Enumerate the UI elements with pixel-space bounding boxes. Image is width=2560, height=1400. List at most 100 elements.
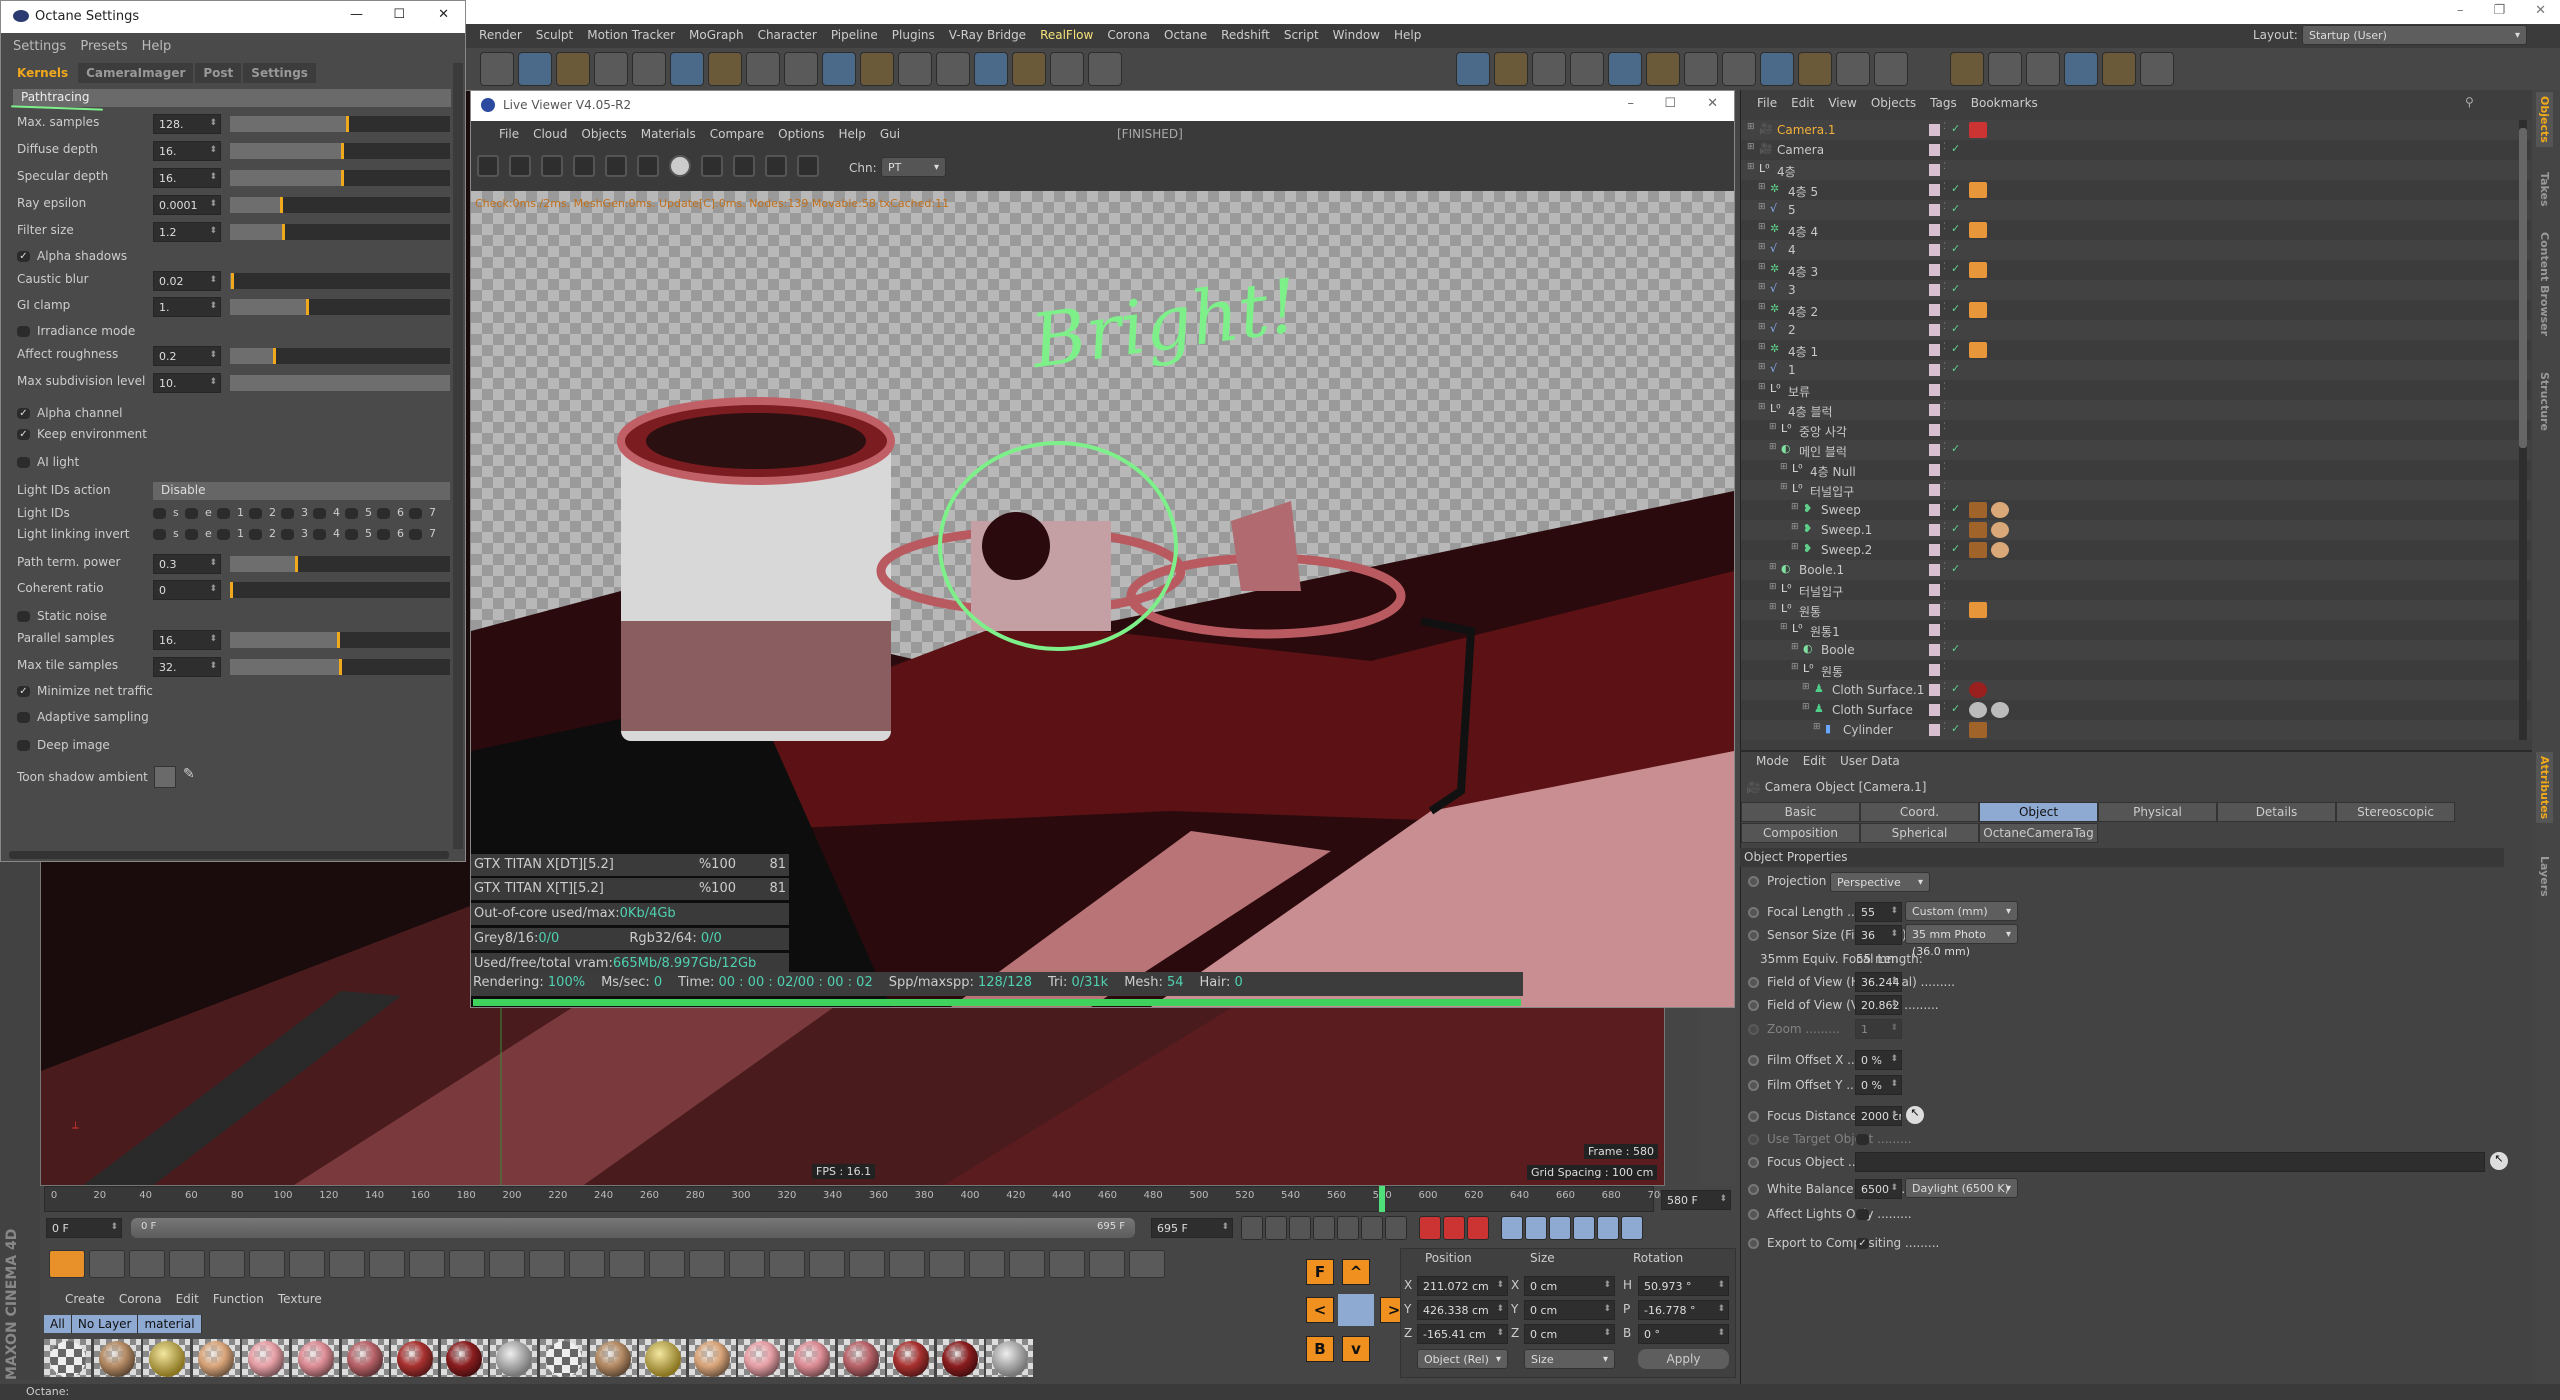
om-menu-bookmarks[interactable]: Bookmarks bbox=[1971, 96, 2038, 110]
light-linking-invert-6[interactable]: 6 bbox=[377, 527, 404, 540]
object-row[interactable]: ⊞ √ 3 ⁚ ✓ bbox=[1741, 280, 2531, 300]
max-subdivision-level-slider[interactable] bbox=[230, 375, 450, 391]
object-name[interactable]: 4층 3 bbox=[1788, 263, 1818, 280]
focal-length-animate-radio[interactable] bbox=[1748, 907, 1759, 918]
layer-swatch[interactable] bbox=[1929, 304, 1940, 316]
checker-material-tag-icon[interactable] bbox=[1969, 702, 1987, 718]
enabled-check[interactable]: ✓ bbox=[1951, 262, 1960, 275]
layer-swatch[interactable] bbox=[1929, 384, 1940, 396]
maximize-button[interactable]: ❐ bbox=[2493, 3, 2505, 18]
tool-icon-button[interactable] bbox=[89, 1250, 125, 1278]
light-ids-4[interactable]: 4 bbox=[313, 506, 340, 519]
light-linking-invert-7-checkbox[interactable] bbox=[409, 528, 422, 540]
toolbar-icon-button[interactable] bbox=[670, 52, 704, 86]
object-name[interactable]: 4층 2 bbox=[1788, 303, 1818, 320]
light-linking-invert-4[interactable]: 4 bbox=[313, 527, 340, 540]
visibility-dots[interactable]: ⁚ bbox=[1943, 282, 1946, 292]
enabled-check[interactable]: ✓ bbox=[1951, 442, 1960, 455]
tool-icon-button[interactable] bbox=[369, 1250, 405, 1278]
material-swatch[interactable] bbox=[589, 1339, 637, 1377]
visibility-dots[interactable]: ⁚ bbox=[1943, 162, 1946, 172]
toolbar-icon-button[interactable] bbox=[746, 52, 780, 86]
expand-toggle[interactable]: ⊞ bbox=[1769, 442, 1777, 452]
object-row[interactable]: ⊞ ♟ Cloth Surface.1 ⁚ ✓ bbox=[1741, 680, 2531, 700]
menu-render[interactable]: Render bbox=[479, 28, 522, 42]
lv-minimize-button[interactable]: – bbox=[1628, 96, 1635, 111]
material-menu-corona[interactable]: Corona bbox=[119, 1292, 162, 1306]
affect-lights-only-animate-radio[interactable] bbox=[1748, 1209, 1759, 1220]
object-row[interactable]: ⊞ √ 1 ⁚ ✓ bbox=[1741, 360, 2531, 380]
object-name[interactable]: Camera bbox=[1777, 143, 1824, 157]
caustic-blur-field[interactable]: 0.02 bbox=[153, 271, 221, 291]
affect-lights-only-checkbox[interactable] bbox=[1856, 1209, 1869, 1220]
menu-pipeline[interactable]: Pipeline bbox=[831, 28, 878, 42]
octane-object-tag-icon[interactable] bbox=[1969, 262, 1987, 278]
attr-menu-edit[interactable]: Edit bbox=[1803, 754, 1826, 768]
visibility-dots[interactable]: ⁚ bbox=[1943, 562, 1946, 572]
material-pick-icon[interactable] bbox=[797, 155, 819, 177]
object-name[interactable]: Boole.1 bbox=[1799, 563, 1844, 577]
visibility-dots[interactable]: ⁚ bbox=[1943, 502, 1946, 512]
attr-tab-details[interactable]: Details bbox=[2217, 802, 2336, 822]
material-tag-icon[interactable] bbox=[1991, 542, 2009, 558]
toolbar-icon-button[interactable] bbox=[1012, 52, 1046, 86]
object-row[interactable]: ⊞ ◐ 메인 블럭 ⁚ ✓ bbox=[1741, 440, 2531, 460]
enabled-check[interactable]: ✓ bbox=[1951, 142, 1960, 155]
film-offset-x-animate-radio[interactable] bbox=[1748, 1055, 1759, 1066]
toolbar-icon-button[interactable] bbox=[708, 52, 742, 86]
max-samples-slider[interactable] bbox=[230, 116, 450, 132]
expand-toggle[interactable]: ⊞ bbox=[1791, 522, 1799, 532]
material-swatch[interactable] bbox=[837, 1339, 885, 1377]
light-linking-invert-2[interactable]: 2 bbox=[249, 527, 276, 540]
material-menu-create[interactable]: Create bbox=[65, 1292, 105, 1306]
os-minimize-button[interactable]: — bbox=[350, 7, 363, 22]
light-linking-invert-4-checkbox[interactable] bbox=[313, 528, 326, 540]
toolbar-icon-button[interactable] bbox=[1050, 52, 1084, 86]
section-pathtracing[interactable]: Pathtracing bbox=[13, 89, 451, 107]
autokey-icon[interactable] bbox=[1443, 1216, 1465, 1240]
light-ids-4-checkbox[interactable] bbox=[313, 507, 326, 519]
diffuse-depth-slider[interactable] bbox=[230, 143, 450, 159]
diffuse-depth-field[interactable]: 16. bbox=[153, 141, 221, 161]
object-row[interactable]: ⊞ √ 2 ⁚ ✓ bbox=[1741, 320, 2531, 340]
field-of-view-vertical-animate-radio[interactable] bbox=[1748, 1000, 1759, 1011]
object-name[interactable]: 원통 bbox=[1799, 603, 1821, 620]
object-name[interactable]: 중앙 사각 bbox=[1799, 423, 1847, 440]
enabled-check[interactable]: ✓ bbox=[1951, 122, 1960, 135]
next-frame-icon[interactable] bbox=[1337, 1216, 1359, 1240]
position-y-field[interactable]: 426.338 cm bbox=[1417, 1300, 1508, 1320]
object-name[interactable]: 터널입구 bbox=[1810, 483, 1854, 500]
light-ids-1-checkbox[interactable] bbox=[217, 507, 230, 519]
expand-toggle[interactable]: ⊞ bbox=[1769, 562, 1777, 572]
object-row[interactable]: ⊞ ♟ Cloth Surface ⁚ ✓ bbox=[1741, 700, 2531, 720]
expand-toggle[interactable]: ⊞ bbox=[1758, 362, 1766, 372]
toolbar-icon-button[interactable] bbox=[784, 52, 818, 86]
caustic-blur-slider[interactable] bbox=[230, 273, 450, 289]
side-tab-objects[interactable]: Objects bbox=[2536, 92, 2553, 147]
field-of-view-vertical-field[interactable]: 20.862 ° bbox=[1855, 995, 1902, 1015]
material-swatch[interactable] bbox=[143, 1339, 191, 1377]
focus-object-link-field[interactable] bbox=[1855, 1152, 2485, 1172]
visibility-dots[interactable]: ⁚ bbox=[1943, 422, 1946, 432]
om-menu-view[interactable]: View bbox=[1828, 96, 1856, 110]
clay-icon[interactable] bbox=[701, 155, 723, 177]
object-row[interactable]: ⊞ L⁰ 보류 ⁚ bbox=[1741, 380, 2531, 400]
layer-swatch[interactable] bbox=[1929, 604, 1940, 616]
end-frame-field[interactable]: 695 F bbox=[1151, 1218, 1233, 1238]
toolbar-icon-button[interactable] bbox=[1684, 52, 1718, 86]
attr-menu-user-data[interactable]: User Data bbox=[1840, 754, 1900, 768]
toolbar-icon-button[interactable] bbox=[1836, 52, 1870, 86]
object-row[interactable]: ⊞ ▮ Cylinder ⁚ ✓ bbox=[1741, 720, 2531, 740]
toolbar-icon-button[interactable] bbox=[898, 52, 932, 86]
object-name[interactable]: Sweep.1 bbox=[1821, 523, 1872, 537]
octane-object-tag-icon[interactable] bbox=[1969, 342, 1987, 358]
toolbar-icon-button[interactable] bbox=[1988, 52, 2022, 86]
size-z-field[interactable]: 0 cm bbox=[1524, 1324, 1615, 1344]
close-button[interactable]: ✕ bbox=[2535, 3, 2546, 18]
layer-swatch[interactable] bbox=[1929, 524, 1940, 536]
layer-swatch[interactable] bbox=[1929, 244, 1940, 256]
light-ids-e-checkbox[interactable] bbox=[185, 507, 198, 519]
material-ball-icon[interactable] bbox=[669, 155, 691, 177]
layout-dropdown[interactable]: Startup (User) bbox=[2302, 25, 2527, 45]
object-name[interactable]: Cloth Surface.1 bbox=[1832, 683, 1924, 697]
